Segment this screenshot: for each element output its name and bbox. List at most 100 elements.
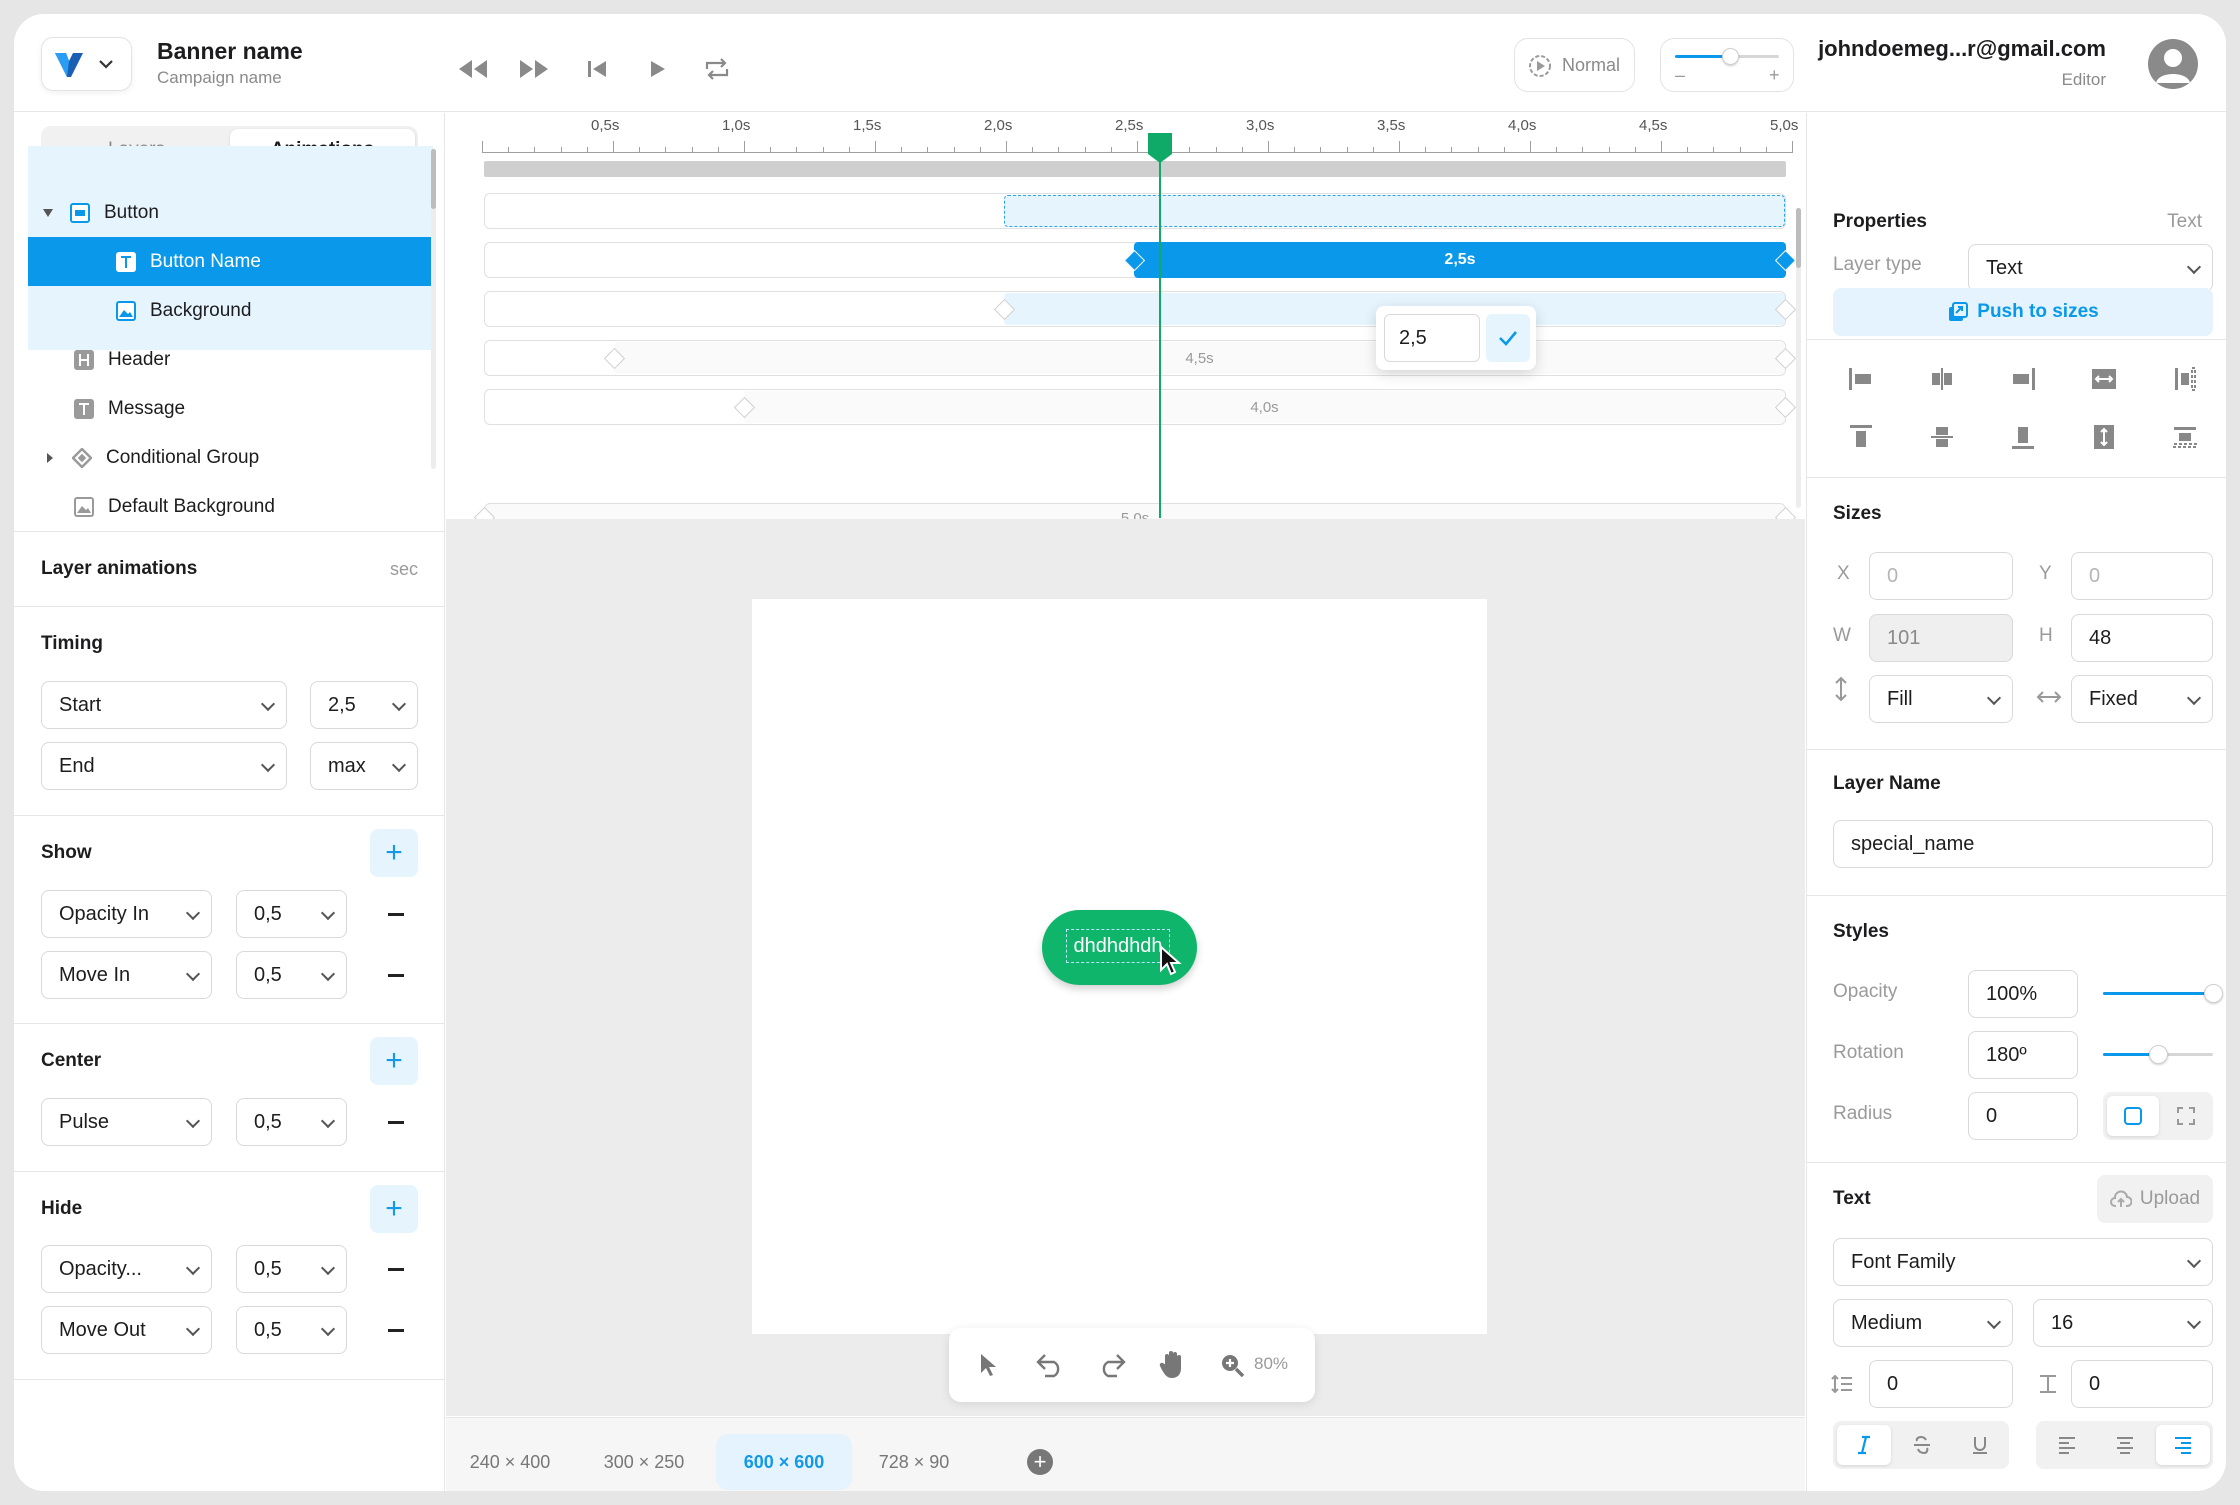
stretch-horizontal-icon[interactable] bbox=[2090, 365, 2118, 393]
opacity-input[interactable]: 100% bbox=[1968, 970, 2078, 1018]
stretch-vertical-icon[interactable] bbox=[2090, 423, 2118, 451]
remove-animation-button[interactable] bbox=[388, 1268, 404, 1271]
align-center-horizontal-icon[interactable] bbox=[1928, 365, 1956, 393]
remove-animation-button[interactable] bbox=[388, 913, 404, 916]
header-animation-bar[interactable]: 4,5s bbox=[614, 342, 1785, 374]
loop-button[interactable] bbox=[700, 52, 734, 86]
banner-name[interactable]: Banner name bbox=[157, 38, 303, 65]
add-hide-animation-button[interactable]: + bbox=[370, 1185, 418, 1233]
play-button[interactable] bbox=[640, 52, 674, 86]
line-height-input[interactable]: 0 bbox=[1869, 1360, 2013, 1408]
zoom-handle[interactable] bbox=[1722, 48, 1739, 65]
start-trigger-select[interactable]: Start bbox=[41, 681, 287, 729]
align-center-vertical-icon[interactable] bbox=[1928, 423, 1956, 451]
logo-menu-button[interactable] bbox=[41, 37, 132, 91]
align-text-center-button[interactable] bbox=[2098, 1425, 2152, 1465]
align-text-left-button[interactable] bbox=[2040, 1425, 2094, 1465]
layer-row-button[interactable]: Button bbox=[28, 188, 433, 237]
width-mode-select[interactable]: Fixed bbox=[2071, 675, 2213, 723]
italic-button[interactable] bbox=[1837, 1425, 1891, 1465]
align-bottom-icon[interactable] bbox=[2009, 423, 2037, 451]
layer-row-default-background[interactable]: Default Background bbox=[28, 482, 433, 531]
center-duration-select[interactable]: 0,5 bbox=[236, 1098, 347, 1146]
size-tab[interactable]: 240 × 400 bbox=[454, 1434, 566, 1490]
time-edit-input[interactable]: 2,5 bbox=[1384, 314, 1480, 362]
strikethrough-button[interactable] bbox=[1895, 1425, 1949, 1465]
hide-duration-select[interactable]: 0,5 bbox=[236, 1245, 347, 1293]
y-input[interactable]: 0 bbox=[2071, 552, 2213, 600]
zoom-in-label[interactable]: + bbox=[1769, 65, 1780, 86]
add-show-animation-button[interactable]: + bbox=[370, 829, 418, 877]
distribute-vertical-icon[interactable] bbox=[2171, 423, 2199, 451]
zoom-slider[interactable]: – + bbox=[1660, 38, 1794, 92]
align-right-icon[interactable] bbox=[2009, 365, 2037, 393]
layer-row-button-name[interactable]: Button Name bbox=[28, 237, 433, 286]
upload-font-button[interactable]: Upload bbox=[2097, 1175, 2213, 1223]
size-tab[interactable]: 728 × 90 bbox=[864, 1434, 964, 1490]
artboard[interactable]: dhdhdhdh bbox=[752, 599, 1487, 1334]
underline-button[interactable] bbox=[1953, 1425, 2007, 1465]
show-duration-select[interactable]: 0,5 bbox=[236, 951, 347, 999]
distribute-horizontal-icon[interactable] bbox=[2171, 365, 2199, 393]
zoom-out-label[interactable]: – bbox=[1675, 65, 1685, 86]
confirm-button[interactable] bbox=[1486, 314, 1530, 362]
rotation-input[interactable]: 180º bbox=[1968, 1031, 2078, 1079]
add-size-button[interactable]: + bbox=[1027, 1449, 1053, 1475]
zoom-icon[interactable] bbox=[1219, 1352, 1245, 1378]
message-animation-bar[interactable]: 4,0s bbox=[744, 391, 1785, 423]
rotation-slider-handle[interactable] bbox=[2149, 1045, 2168, 1064]
layer-type-select[interactable]: Text bbox=[1968, 244, 2213, 292]
caret-right-icon[interactable] bbox=[46, 452, 54, 464]
radius-individual-button[interactable] bbox=[2163, 1096, 2209, 1136]
timeline-scrubber-bar[interactable] bbox=[484, 161, 1786, 177]
speed-selector[interactable]: Normal bbox=[1514, 38, 1635, 92]
hand-tool-icon[interactable] bbox=[1159, 1348, 1187, 1380]
fast-forward-button[interactable] bbox=[517, 52, 551, 86]
push-to-sizes-button[interactable]: Push to sizes bbox=[1833, 288, 2213, 336]
redo-icon[interactable] bbox=[1097, 1352, 1127, 1378]
group-animation-range[interactable] bbox=[1004, 195, 1785, 227]
center-effect-select[interactable]: Pulse bbox=[41, 1098, 212, 1146]
show-effect-select[interactable]: Opacity In bbox=[41, 890, 212, 938]
opacity-slider[interactable] bbox=[2103, 984, 2223, 1003]
opacity-slider-handle[interactable] bbox=[2204, 984, 2223, 1003]
zoom-level[interactable]: 80% bbox=[1254, 1354, 1288, 1374]
skip-to-start-button[interactable] bbox=[580, 52, 614, 86]
hide-duration-select[interactable]: 0,5 bbox=[236, 1306, 347, 1354]
layer-name-input[interactable]: special_name bbox=[1833, 820, 2213, 868]
timeline-scrollbar[interactable] bbox=[1796, 208, 1801, 268]
start-time-select[interactable]: 2,5 bbox=[310, 681, 418, 729]
remove-animation-button[interactable] bbox=[388, 1329, 404, 1332]
layers-scrollbar[interactable] bbox=[431, 149, 436, 209]
font-size-select[interactable]: 16 bbox=[2033, 1299, 2213, 1347]
radius-input[interactable]: 0 bbox=[1968, 1092, 2078, 1140]
layer-row-message[interactable]: Message bbox=[28, 384, 433, 433]
select-tool-icon[interactable] bbox=[977, 1351, 1001, 1379]
show-duration-select[interactable]: 0,5 bbox=[236, 890, 347, 938]
align-top-icon[interactable] bbox=[1847, 423, 1875, 451]
hide-effect-select[interactable]: Move Out bbox=[41, 1306, 212, 1354]
undo-icon[interactable] bbox=[1035, 1352, 1065, 1378]
selected-animation-bar[interactable]: 2,5s bbox=[1134, 242, 1786, 278]
h-input[interactable]: 48 bbox=[2071, 614, 2213, 662]
layer-row-header[interactable]: Header bbox=[28, 335, 433, 384]
font-family-select[interactable]: Font Family bbox=[1833, 1238, 2213, 1286]
add-center-animation-button[interactable]: + bbox=[370, 1037, 418, 1085]
font-weight-select[interactable]: Medium bbox=[1833, 1299, 2013, 1347]
height-mode-select[interactable]: Fill bbox=[1869, 675, 2013, 723]
remove-animation-button[interactable] bbox=[388, 974, 404, 977]
size-tab-active[interactable]: 600 × 600 bbox=[716, 1434, 852, 1490]
radius-all-button[interactable] bbox=[2107, 1096, 2159, 1136]
end-time-select[interactable]: max bbox=[310, 742, 418, 790]
letter-spacing-input[interactable]: 0 bbox=[2071, 1360, 2213, 1408]
layer-row-conditional-group[interactable]: Conditional Group bbox=[28, 433, 433, 482]
size-tab[interactable]: 300 × 250 bbox=[588, 1434, 700, 1490]
playhead-handle[interactable] bbox=[1148, 133, 1172, 163]
avatar[interactable] bbox=[2148, 39, 2198, 89]
rotation-slider[interactable] bbox=[2103, 1045, 2213, 1064]
rewind-button[interactable] bbox=[456, 52, 490, 86]
remove-animation-button[interactable] bbox=[388, 1121, 404, 1124]
button-name-text[interactable]: dhdhdhdh bbox=[1066, 929, 1170, 963]
layer-row-background[interactable]: Background bbox=[28, 286, 433, 335]
w-input[interactable]: 101 bbox=[1869, 614, 2013, 662]
